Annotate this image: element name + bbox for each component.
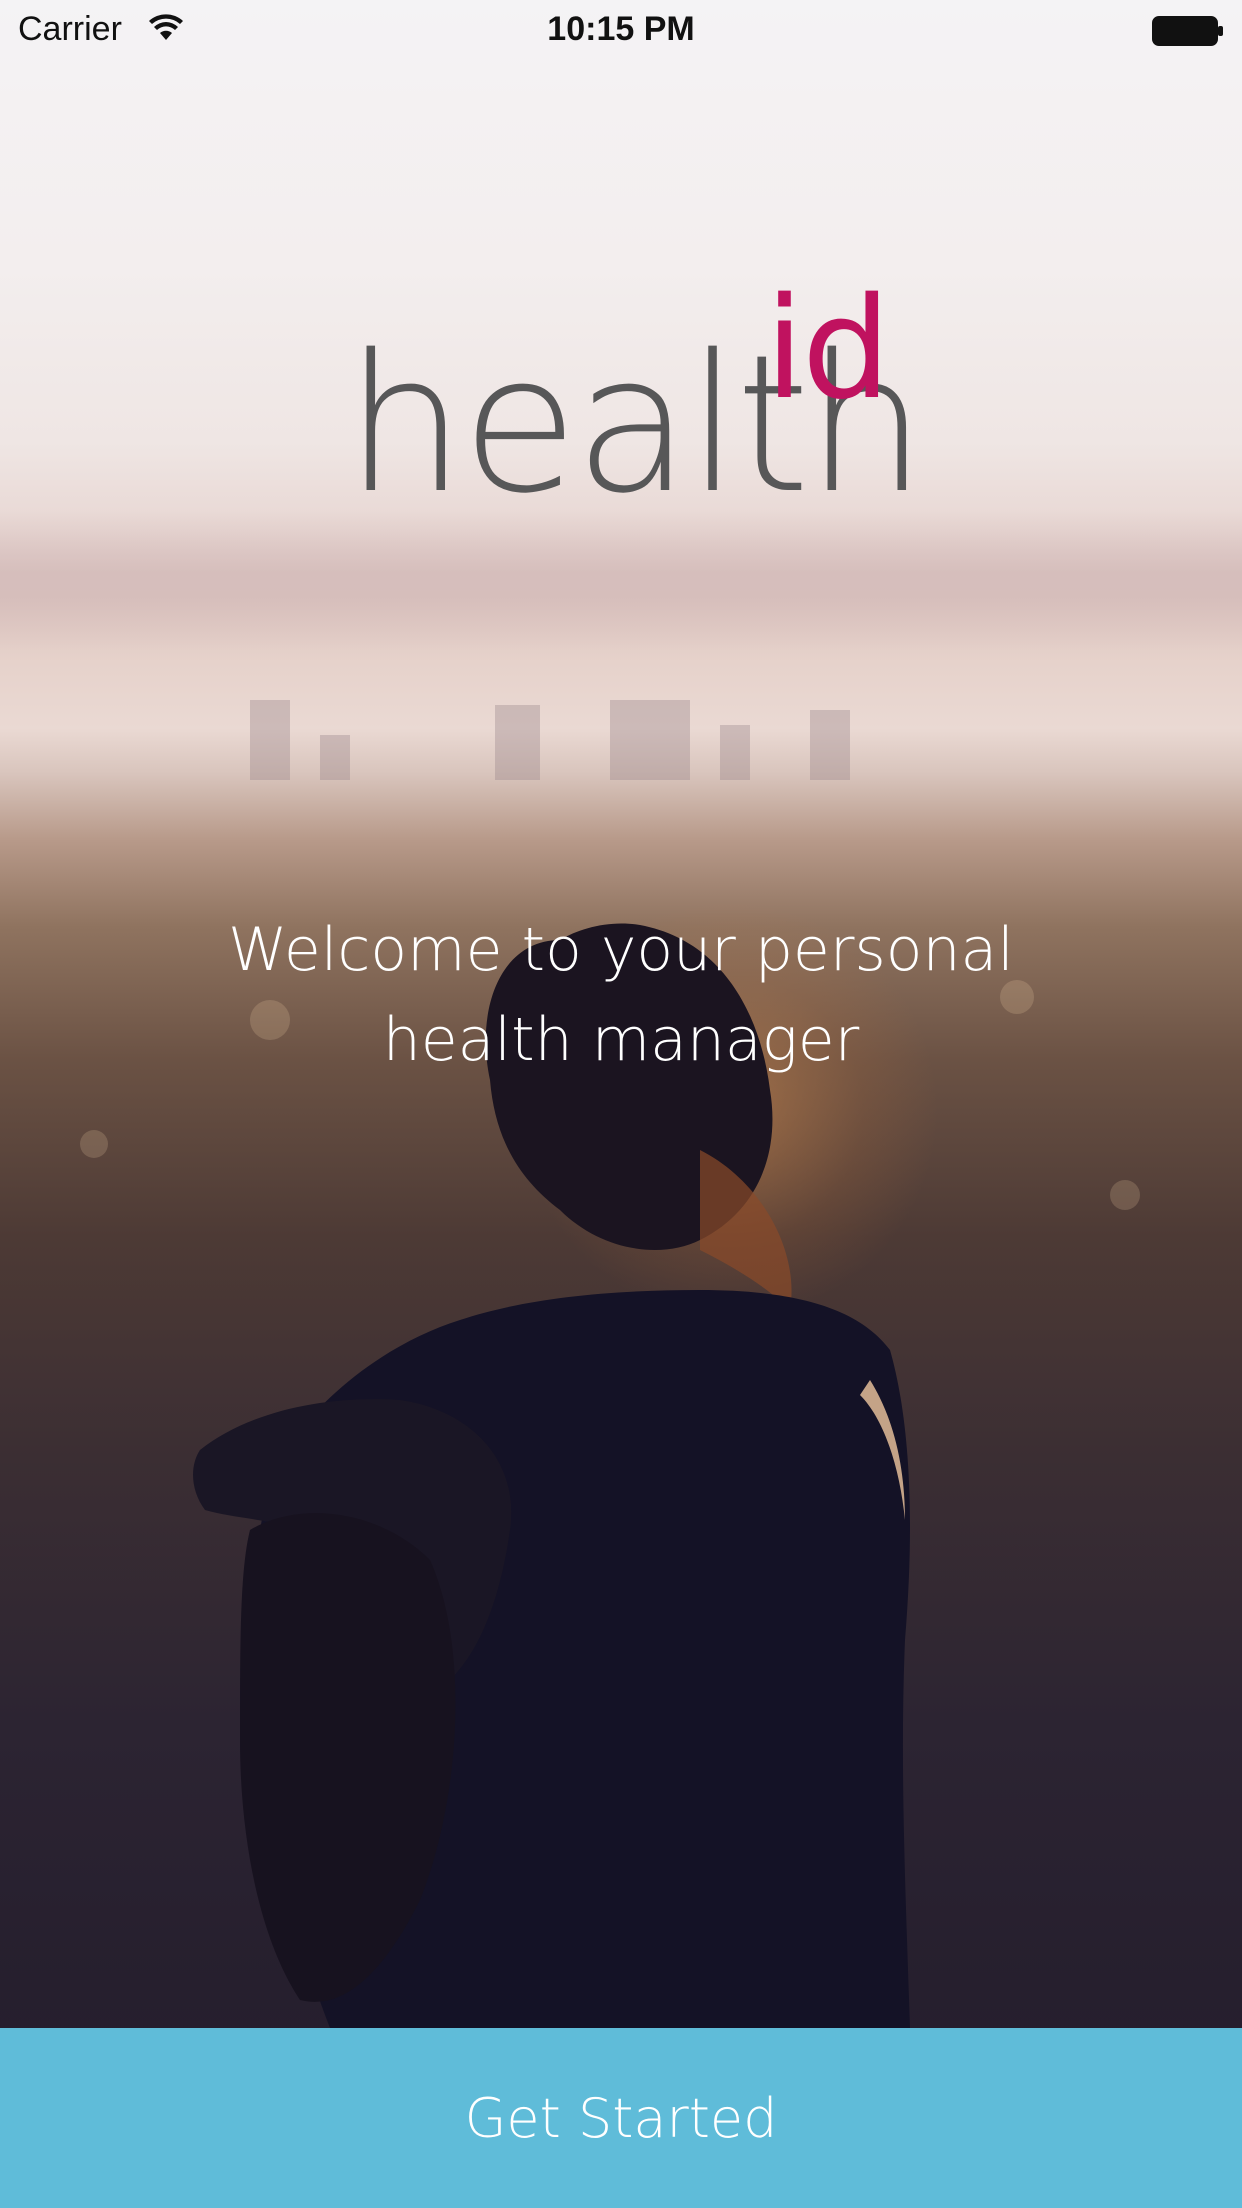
healthid-logo: health id — [345, 280, 926, 520]
battery-icon — [1152, 16, 1223, 46]
status-bar: Carrier 10:15 PM — [0, 0, 1242, 60]
get-started-button[interactable]: Get Started — [0, 2028, 1242, 2208]
clock-time: 10:15 PM — [547, 10, 695, 48]
welcome-message: Welcome to your personal health manager — [228, 915, 1014, 1075]
logo-suffix: id — [765, 268, 891, 431]
get-started-label: Get Started — [464, 2086, 778, 2150]
welcome-screen: Carrier 10:15 PM health id Welcome to yo… — [0, 0, 1242, 2208]
